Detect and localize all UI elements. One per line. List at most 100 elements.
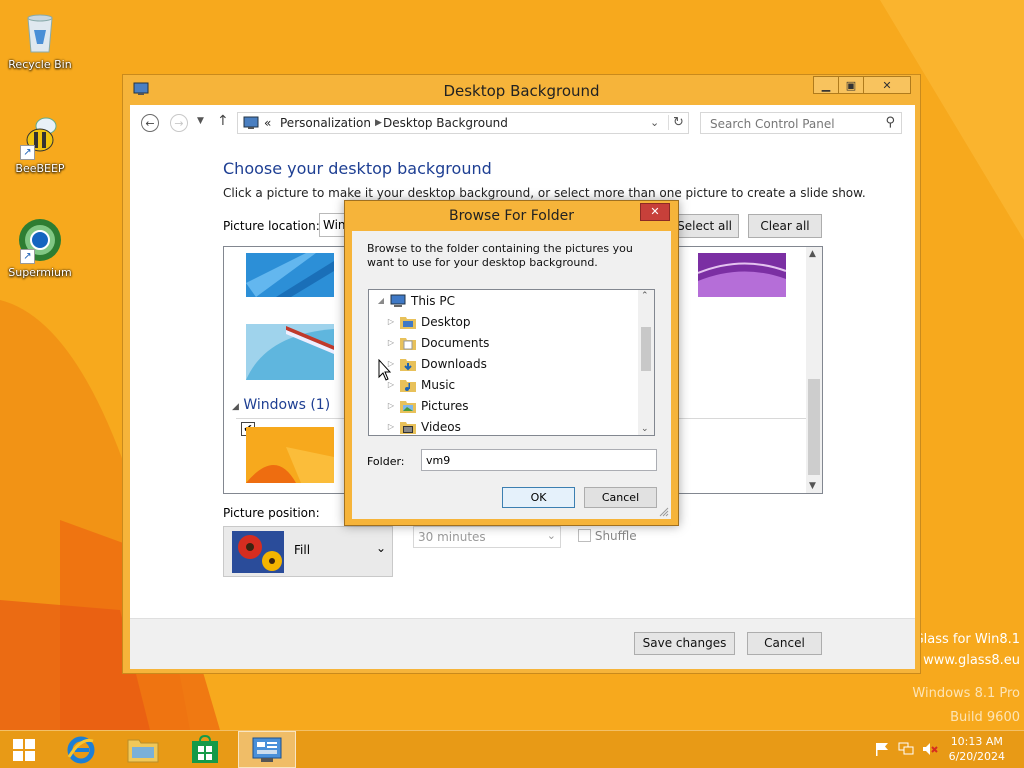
maximize-button[interactable]: ▣: [838, 76, 864, 94]
scroll-down-icon[interactable]: ⌄: [641, 424, 649, 434]
search-input[interactable]: [708, 116, 872, 132]
desktop-icon-label: BeeBEEP: [15, 162, 65, 175]
scroll-thumb[interactable]: [808, 379, 820, 475]
supermium-icon: ↗: [16, 216, 64, 264]
taskbar-store[interactable]: [176, 731, 234, 768]
dialog-client-area: Browse to the folder containing the pict…: [352, 231, 671, 519]
up-button[interactable]: ↑: [217, 113, 229, 129]
breadcrumb-overflow[interactable]: «: [264, 116, 271, 130]
taskbar-file-explorer[interactable]: [114, 731, 172, 768]
wallpaper-thumbnail[interactable]: [698, 247, 786, 303]
control-panel-icon: [243, 116, 259, 133]
desktop-icon-beebeep[interactable]: ↗ BeeBEEP: [2, 112, 78, 175]
taskbar-internet-explorer[interactable]: [52, 731, 110, 768]
recycle-bin-icon: [16, 8, 64, 56]
tree-item-pictures[interactable]: ▷ Pictures: [385, 395, 469, 416]
expand-icon[interactable]: ▷: [385, 380, 397, 389]
folder-tree[interactable]: ◢ This PC ▷ Desktop ▷ Documents ▷ Downlo…: [368, 289, 655, 436]
computer-icon: [390, 294, 406, 307]
address-bar[interactable]: « Personalization ▶ Desktop Background ⌄…: [237, 112, 689, 134]
bee-icon: ↗: [16, 112, 64, 160]
tree-item-label: Music: [421, 377, 456, 392]
cancel-button[interactable]: Cancel: [747, 632, 822, 655]
folder-label: Folder:: [367, 455, 405, 468]
tree-item-music[interactable]: ▷ Music: [385, 374, 455, 395]
save-changes-button[interactable]: Save changes: [634, 632, 735, 655]
close-icon: ✕: [650, 205, 660, 218]
system-clock[interactable]: 10:13 AM 6/20/2024: [949, 734, 1005, 764]
network-icon[interactable]: [898, 742, 914, 756]
change-interval-select[interactable]: 30 minutes ⌄: [413, 526, 561, 548]
wallpaper-thumbnail[interactable]: [246, 247, 334, 303]
ok-button[interactable]: OK: [502, 487, 575, 508]
close-button[interactable]: ✕: [863, 76, 911, 94]
wallpaper-thumbnail[interactable]: [246, 324, 334, 380]
folder-icon: [400, 379, 416, 392]
folder-input[interactable]: [421, 449, 657, 471]
minimize-icon: ▁: [821, 78, 831, 92]
expand-icon[interactable]: ▷: [385, 422, 397, 431]
resize-grip-icon[interactable]: [659, 507, 669, 517]
shuffle-option[interactable]: Shuffle: [578, 529, 637, 543]
expand-icon[interactable]: ▷: [385, 317, 397, 326]
breadcrumb-personalization[interactable]: Personalization: [280, 116, 371, 130]
window-titlebar[interactable]: Desktop Background ▁ ▣ ✕: [123, 75, 920, 105]
tree-scrollbar[interactable]: ⌃ ⌄: [638, 290, 654, 435]
control-panel-icon: [252, 737, 282, 762]
search-box[interactable]: ⚲: [700, 112, 902, 134]
interval-value: 30 minutes: [418, 530, 486, 544]
tree-item-label: Downloads: [421, 356, 487, 371]
tree-item-label: Pictures: [421, 398, 469, 413]
back-arrow-icon: ←: [145, 116, 155, 130]
close-icon: ✕: [882, 78, 892, 92]
clear-all-button[interactable]: Clear all: [748, 214, 822, 238]
scroll-thumb[interactable]: [641, 327, 651, 371]
collapse-icon[interactable]: ◢: [375, 296, 387, 305]
clock-date: 6/20/2024: [948, 750, 1005, 763]
volume-muted-icon[interactable]: [922, 742, 938, 756]
forward-button[interactable]: →: [170, 114, 188, 132]
back-button[interactable]: ←: [141, 114, 159, 132]
file-explorer-icon: [127, 739, 159, 762]
tree-item-this-pc[interactable]: ◢ This PC: [375, 290, 455, 311]
desktop-icon-label: Recycle Bin: [8, 58, 72, 71]
action-center-flag-icon[interactable]: [874, 742, 890, 756]
picture-position-select[interactable]: Fill ⌄: [223, 526, 393, 577]
recent-locations-dropdown[interactable]: ▼: [197, 116, 204, 126]
start-button[interactable]: [0, 731, 48, 768]
address-dropdown-icon[interactable]: ⌄: [650, 116, 659, 129]
scroll-up-icon[interactable]: ⌃: [641, 291, 649, 301]
expand-icon[interactable]: ▷: [385, 338, 397, 347]
dialog-title: Browse For Folder: [448, 208, 574, 224]
chevron-down-icon: ⌄: [375, 541, 386, 555]
wallpaper-thumbnail-selected[interactable]: [246, 427, 334, 483]
dialog-cancel-button[interactable]: Cancel: [584, 487, 657, 508]
breadcrumb-desktop-background[interactable]: Desktop Background: [383, 116, 508, 130]
desktop-icon-supermium[interactable]: ↗ Supermium: [2, 216, 78, 279]
shuffle-checkbox[interactable]: [578, 529, 591, 542]
restore-icon: ▣: [845, 78, 857, 92]
expand-icon[interactable]: ▷: [385, 401, 397, 410]
tree-item-label: This PC: [411, 293, 455, 308]
scroll-down-icon[interactable]: ▼: [809, 481, 816, 491]
group-header[interactable]: ◢ Windows (1): [232, 397, 330, 413]
breadcrumb-separator-icon: ▶: [375, 118, 382, 128]
folder-icon: [400, 337, 416, 350]
search-icon[interactable]: ⚲: [885, 115, 895, 130]
tree-item-documents[interactable]: ▷ Documents: [385, 332, 489, 353]
tree-item-downloads[interactable]: ▷ Downloads: [385, 353, 487, 374]
picture-position-label: Picture position:: [223, 506, 320, 520]
folder-icon: [400, 358, 416, 371]
pictures-scrollbar[interactable]: ▲ ▼: [806, 247, 822, 493]
minimize-button[interactable]: ▁: [813, 76, 839, 94]
tree-item-videos[interactable]: ▷ Videos: [385, 416, 461, 435]
dialog-close-button[interactable]: ✕: [640, 203, 670, 221]
tree-item-desktop[interactable]: ▷ Desktop: [385, 311, 471, 332]
desktop-icon-recycle-bin[interactable]: Recycle Bin: [2, 8, 78, 71]
scroll-up-icon[interactable]: ▲: [809, 249, 816, 259]
taskbar-control-panel[interactable]: [238, 731, 296, 768]
up-arrow-icon: ↑: [217, 113, 229, 129]
picture-location-label: Picture location:: [223, 219, 320, 233]
refresh-icon[interactable]: ↻: [668, 115, 684, 130]
tree-item-label: Videos: [421, 419, 461, 434]
